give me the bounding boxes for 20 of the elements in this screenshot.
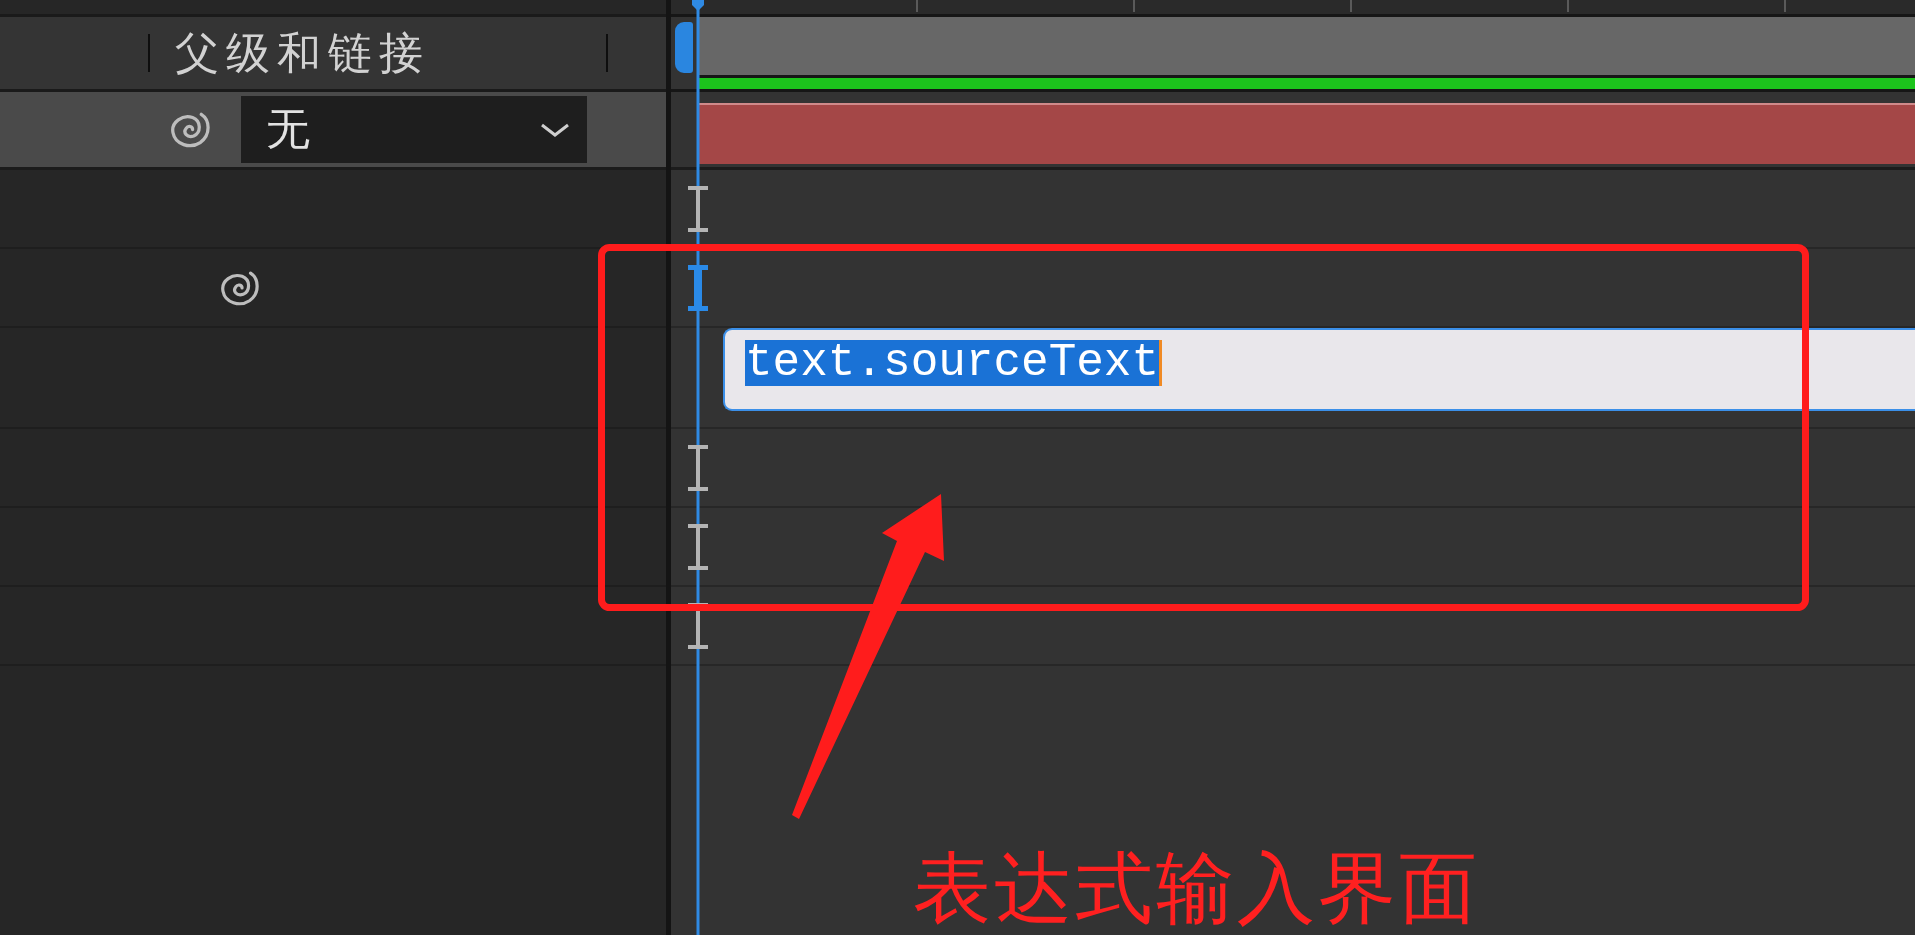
ruler-tick — [1133, 0, 1135, 12]
work-area-bar[interactable] — [698, 17, 1915, 78]
i-beam-icon[interactable] — [686, 602, 710, 649]
chevron-icon — [540, 121, 570, 138]
column-title: 父级和链接 — [175, 28, 430, 78]
i-beam-icon[interactable] — [686, 264, 710, 311]
text-cursor-icon — [1159, 340, 1163, 386]
work-area-handle[interactable] — [675, 22, 693, 73]
ruler-tick — [1350, 0, 1352, 12]
i-beam-icon[interactable] — [686, 185, 710, 232]
i-beam-icon[interactable] — [686, 444, 710, 491]
annotation-label: 表达式输入界面 — [913, 846, 1480, 930]
ruler-tick — [1784, 0, 1786, 12]
ruler-tick — [1567, 0, 1569, 12]
ruler-tick — [916, 0, 918, 12]
expression-field[interactable]: text.sourceText — [723, 328, 1915, 411]
expression-text: text.sourceText — [745, 340, 1160, 386]
playhead[interactable] — [692, 0, 704, 935]
parent-dropdown[interactable]: 无 — [241, 96, 587, 163]
i-beam-icon[interactable] — [686, 523, 710, 570]
